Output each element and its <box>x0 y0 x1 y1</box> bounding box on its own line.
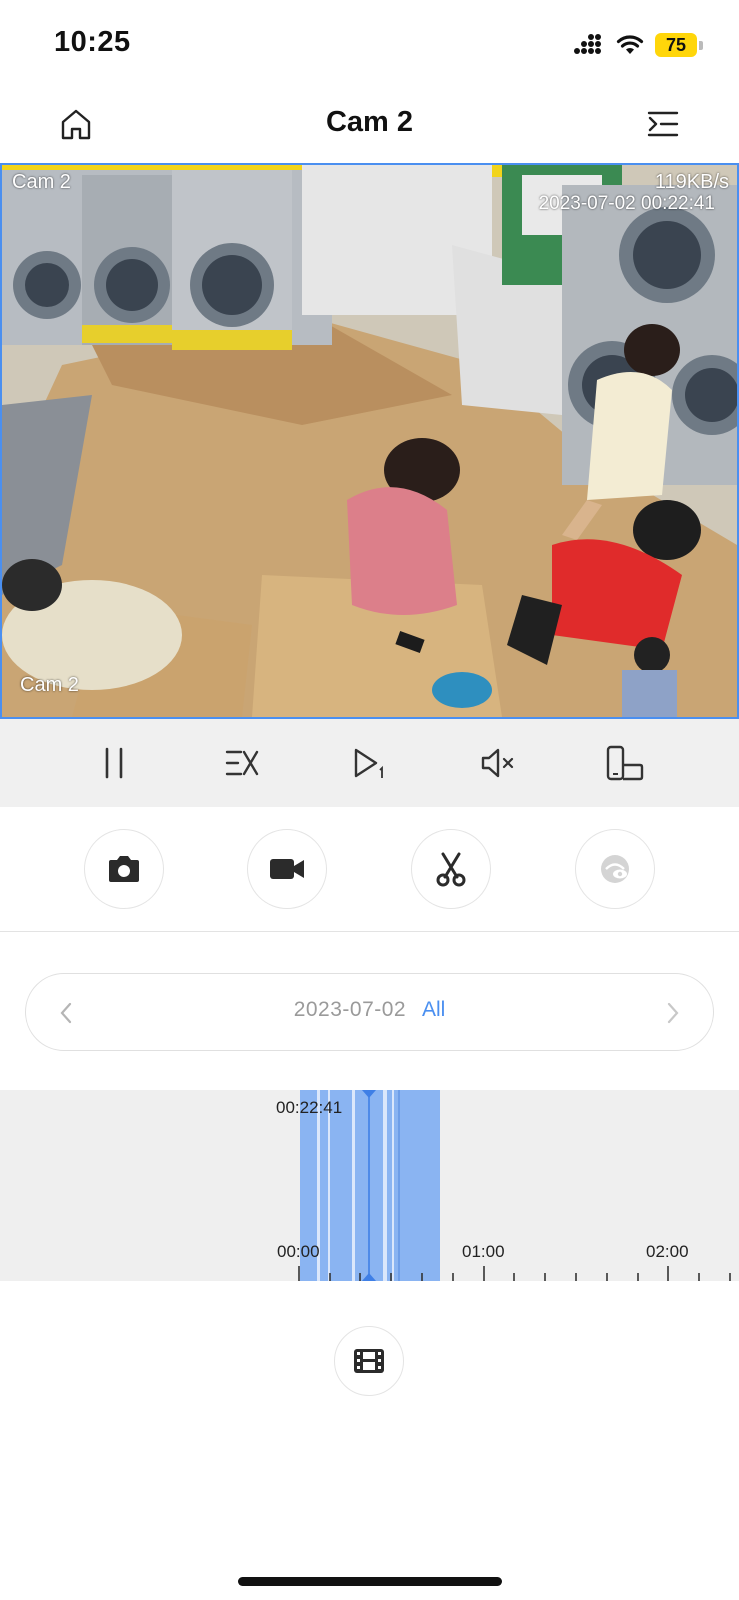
date-display[interactable]: 2023-07-02 All <box>26 998 713 1022</box>
recording-segment <box>300 1090 440 1281</box>
battery-level: 75 <box>655 33 697 57</box>
clip-button[interactable] <box>411 829 491 909</box>
speed-x-icon <box>225 750 258 776</box>
playback-timeline[interactable]: 00:22:41 00:00 01:00 02:00 <box>0 1090 739 1281</box>
video-player[interactable]: Cam 2 119KB/s 2023-07-02 00:22:41 Cam 2 <box>0 163 739 719</box>
eye-hidden-icon <box>601 855 629 883</box>
scissors-icon <box>436 852 466 887</box>
channel-label-top: Cam 2 <box>12 171 71 193</box>
wifi-icon <box>616 35 644 54</box>
rotate-screen-icon <box>606 745 644 781</box>
snapshot-button[interactable] <box>84 829 164 909</box>
status-icons: 75 <box>573 30 703 60</box>
pause-button[interactable] <box>92 741 136 785</box>
battery-icon: 75 <box>655 33 703 57</box>
play-step-icon <box>355 748 384 778</box>
frame-step-button[interactable] <box>347 741 391 785</box>
menu-collapse-icon <box>647 111 679 137</box>
timeline-current-time: 00:22:41 <box>276 1098 343 1117</box>
home-indicator <box>238 1577 502 1586</box>
event-filter[interactable]: All <box>422 998 445 1021</box>
cellular-signal-icon <box>574 34 601 54</box>
bitrate-label: 119KB/s <box>654 171 729 193</box>
film-strip-icon <box>354 1349 384 1373</box>
pause-icon <box>105 747 123 779</box>
timeline-tick-label: 00:00 <box>277 1242 320 1261</box>
timeline-tick-label: 02:00 <box>646 1242 689 1261</box>
camera-feed-image <box>2 165 737 717</box>
video-camera-icon <box>270 859 304 879</box>
clips-list-button[interactable] <box>334 1326 404 1396</box>
mute-button[interactable] <box>475 741 519 785</box>
rotate-screen-button[interactable] <box>603 741 647 785</box>
chevron-right-icon <box>667 1002 679 1024</box>
channel-menu-button[interactable] <box>643 104 683 144</box>
timeline-track <box>298 1090 731 1281</box>
timeline-tick-label: 01:00 <box>462 1242 505 1261</box>
playback-control-bar <box>0 719 739 807</box>
page-title: Cam 2 <box>325 106 414 138</box>
nav-bar: Cam 2 <box>0 88 739 162</box>
status-bar: 10:25 75 <box>0 0 739 88</box>
channel-label-bottom: Cam 2 <box>20 674 79 696</box>
status-time: 10:25 <box>54 26 131 58</box>
next-day-button[interactable] <box>653 993 693 1033</box>
date-selector: 2023-07-02 All <box>25 973 714 1051</box>
record-button[interactable] <box>247 829 327 909</box>
playback-speed-button[interactable] <box>220 741 264 785</box>
speaker-muted-icon <box>482 748 514 778</box>
selected-date: 2023-07-02 <box>293 998 407 1021</box>
action-buttons <box>0 807 739 932</box>
video-timestamp: 2023-07-02 00:22:41 <box>538 193 715 214</box>
privacy-button[interactable] <box>575 829 655 909</box>
camera-icon <box>109 856 139 882</box>
